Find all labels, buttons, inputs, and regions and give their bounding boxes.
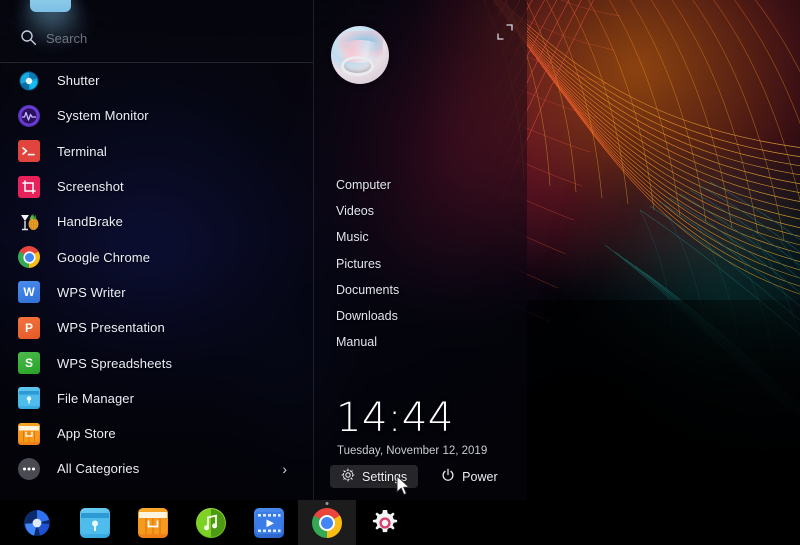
app-item-terminal[interactable]: Terminal: [0, 134, 313, 169]
app-label: Terminal: [57, 144, 107, 159]
ellipsis-icon: [18, 458, 40, 480]
dock-item-deepin-launcher[interactable]: [8, 500, 66, 545]
dock-items: [8, 500, 414, 545]
app-item-shutter[interactable]: Shutter: [0, 63, 313, 98]
taskbar-dock: [0, 500, 800, 545]
place-label: Pictures: [336, 257, 381, 271]
places-list: Computer Videos Music Pictures Documents…: [336, 172, 516, 355]
settings-button[interactable]: Settings: [330, 465, 418, 488]
expand-icon[interactable]: [495, 22, 515, 42]
wps-presentation-icon: P: [18, 317, 40, 339]
app-item-wps-spreadsheets[interactable]: S WPS Spreadsheets: [0, 345, 313, 380]
app-item-google-chrome[interactable]: Google Chrome: [0, 239, 313, 274]
dock-item-app-store[interactable]: [124, 500, 182, 545]
app-item-screenshot[interactable]: Screenshot: [0, 169, 313, 204]
place-label: Computer: [336, 178, 391, 192]
place-item-computer[interactable]: Computer: [336, 172, 516, 198]
avatar-photo-ring: [341, 56, 373, 76]
app-item-system-monitor[interactable]: System Monitor: [0, 98, 313, 133]
film-play-icon: [254, 508, 284, 538]
chevron-right-icon: ›: [282, 462, 287, 476]
app-label: App Store: [57, 426, 116, 441]
settings-label: Settings: [362, 470, 407, 484]
app-item-app-store[interactable]: App Store: [0, 416, 313, 451]
app-label: Shutter: [57, 73, 100, 88]
place-label: Music: [336, 230, 369, 244]
app-label: Screenshot: [57, 179, 124, 194]
system-buttons: Settings Power: [330, 465, 509, 488]
screenshot-icon: [18, 176, 40, 198]
system-monitor-icon: [18, 105, 40, 127]
app-store-icon: [138, 508, 168, 538]
app-item-wps-writer[interactable]: W WPS Writer: [0, 275, 313, 310]
place-item-documents[interactable]: Documents: [336, 277, 516, 303]
place-item-downloads[interactable]: Downloads: [336, 303, 516, 329]
wps-spreadsheets-glyph: S: [25, 357, 33, 369]
chrome-icon: [18, 246, 40, 268]
power-icon: [441, 468, 455, 485]
dock-item-movie-player[interactable]: [240, 500, 298, 545]
shutter-icon: [18, 70, 40, 92]
handbrake-icon: [18, 211, 40, 233]
app-item-file-manager[interactable]: File Manager: [0, 381, 313, 416]
clock-time: 14:44: [336, 398, 454, 438]
desktop-root: Shutter System Monitor: [0, 0, 800, 545]
power-label: Power: [462, 470, 497, 484]
dock-item-control-center[interactable]: [356, 500, 414, 545]
app-label: WPS Writer: [57, 285, 126, 300]
place-item-pictures[interactable]: Pictures: [336, 251, 516, 277]
app-item-all-categories[interactable]: All Categories ›: [0, 451, 313, 486]
clock-date: Tuesday, November 12, 2019: [337, 445, 487, 457]
app-item-handbrake[interactable]: HandBrake: [0, 204, 313, 239]
app-label: Google Chrome: [57, 250, 150, 265]
user-pane: Computer Videos Music Pictures Documents…: [314, 0, 527, 500]
app-label: File Manager: [57, 391, 134, 406]
tooltip-chip: [30, 0, 71, 12]
app-item-wps-presentation[interactable]: P WPS Presentation: [0, 310, 313, 345]
place-item-videos[interactable]: Videos: [336, 198, 516, 224]
app-label: System Monitor: [57, 108, 149, 123]
app-label: WPS Spreadsheets: [57, 356, 172, 371]
application-list: Shutter System Monitor: [0, 63, 313, 487]
dock-item-music-player[interactable]: [182, 500, 240, 545]
wps-presentation-glyph: P: [25, 322, 33, 334]
dock-item-file-manager[interactable]: [66, 500, 124, 545]
place-label: Documents: [336, 283, 399, 297]
launcher-panel: Shutter System Monitor: [0, 0, 527, 500]
file-manager-icon: [18, 387, 40, 409]
dock-item-google-chrome[interactable]: [298, 500, 356, 545]
place-item-music[interactable]: Music: [336, 224, 516, 250]
wps-writer-glyph: W: [23, 286, 34, 298]
terminal-icon: [18, 140, 40, 162]
place-label: Downloads: [336, 309, 398, 323]
deepin-logo-icon: [22, 508, 52, 538]
app-label: HandBrake: [57, 214, 123, 229]
file-manager-icon: [80, 508, 110, 538]
place-label: Manual: [336, 335, 377, 349]
music-note-icon: [196, 508, 226, 538]
gear-icon: [370, 508, 400, 538]
gear-icon: [341, 468, 355, 485]
wps-spreadsheets-icon: S: [18, 352, 40, 374]
app-label: WPS Presentation: [57, 320, 165, 335]
place-label: Videos: [336, 204, 374, 218]
running-indicator-dot: [326, 502, 329, 505]
chrome-icon: [312, 508, 342, 538]
avatar[interactable]: [331, 26, 389, 84]
place-item-manual[interactable]: Manual: [336, 329, 516, 355]
wps-writer-icon: W: [18, 281, 40, 303]
power-button[interactable]: Power: [430, 465, 508, 488]
app-label: All Categories: [57, 461, 139, 476]
app-store-icon: [18, 423, 40, 445]
